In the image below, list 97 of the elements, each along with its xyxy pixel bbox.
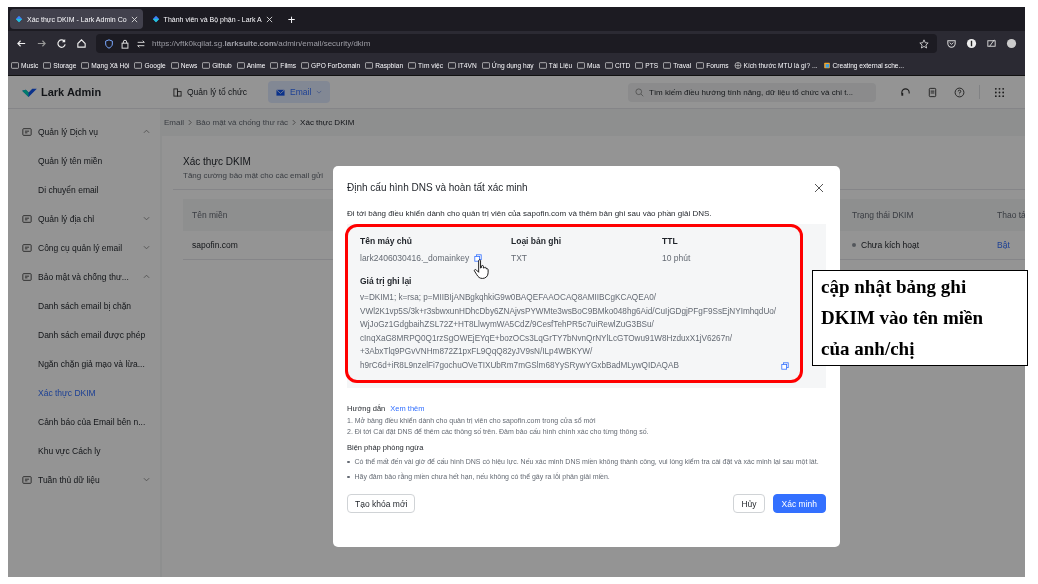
folder-icon (301, 62, 310, 69)
folder-icon (577, 62, 586, 69)
section-icon (22, 213, 32, 224)
field-value: TXT (511, 253, 528, 263)
logo-icon (22, 86, 37, 98)
reload-icon[interactable] (56, 38, 67, 49)
folder-icon (663, 62, 672, 69)
apps-grid-icon[interactable] (994, 86, 1005, 98)
back-icon[interactable] (16, 38, 27, 49)
building-icon (173, 87, 182, 97)
folder-icon (481, 62, 490, 69)
column-header: Thao tá (997, 210, 1025, 220)
folder-icon (448, 62, 456, 69)
page-subtitle: Tăng cường bảo mật cho các email gửi (183, 171, 325, 180)
new-tab-button[interactable]: + (281, 11, 302, 27)
field-label: Tên máy chủ (360, 236, 413, 246)
field-value: 10 phút (662, 253, 691, 263)
sidebar-item[interactable]: Khu vực Cách ly (8, 436, 160, 465)
folder-icon (43, 62, 52, 69)
folder-icon (170, 62, 179, 69)
column-header: Trạng thái DKIM (852, 210, 915, 220)
home-icon[interactable] (76, 38, 87, 49)
permissions-icon[interactable] (136, 38, 146, 49)
folder-icon (538, 62, 547, 69)
close-icon[interactable] (814, 182, 824, 193)
field-label: Loại bản ghi (511, 236, 563, 246)
sidebar-item[interactable]: Quản lý tên miền (8, 146, 160, 175)
status-dot (852, 243, 856, 247)
breadcrumb-link[interactable]: Bảo mật và chống thư rác (196, 118, 289, 127)
new-key-button[interactable]: Tạo khóa mới (347, 494, 416, 513)
folder-icon (365, 62, 374, 69)
forward-icon[interactable] (36, 38, 47, 49)
document-icon[interactable] (927, 86, 938, 98)
shield-icon[interactable] (104, 38, 114, 49)
globe-icon (733, 62, 742, 69)
verify-button[interactable]: Xác minh (772, 494, 826, 513)
page-title: Xác thực DKIM (183, 156, 252, 167)
section-icon (22, 126, 32, 137)
folder-icon (81, 62, 90, 69)
folder-icon (696, 62, 705, 69)
column-header: Tên miền (191, 210, 228, 220)
profile-icon[interactable] (1006, 38, 1017, 49)
sidebar-item[interactable]: Ngăn chặn giả mạo và lừa... (8, 349, 160, 378)
extension-icon[interactable] (986, 38, 997, 49)
annotation-note: cập nhật bảng ghi DKIM vào tên miền của anh/chị (812, 270, 1028, 366)
chevron-right-icon (188, 119, 192, 126)
account-icon[interactable] (966, 38, 977, 49)
sidebar-item[interactable]: Cảnh báo của Email bên n... (8, 407, 160, 436)
sidebar-group[interactable]: Bảo mật và chống thư... (8, 262, 160, 291)
help-icon[interactable] (954, 86, 965, 98)
folder-icon (202, 62, 211, 69)
field-label: TTL (662, 236, 679, 246)
nav-tab[interactable]: Quản lý tổ chức (165, 81, 256, 103)
dialog-title: Định cấu hình DNS và hoàn tất xác minh (347, 182, 528, 193)
app-logo-icon (15, 15, 23, 23)
address-bar[interactable]: https://vftk0kqilat.sg.larksuite.com/admin/email/security/dkim (96, 34, 937, 53)
breadcrumb-link[interactable]: Email (164, 118, 184, 127)
hand-cursor-icon (473, 258, 490, 280)
section-icon (22, 242, 32, 253)
folder-icon (134, 62, 143, 69)
field-label: Giá trị ghi lại (360, 276, 413, 286)
lock-icon[interactable] (120, 38, 130, 49)
folder-icon (270, 62, 279, 69)
search-icon (635, 87, 644, 97)
cancel-button[interactable]: Hủy (733, 494, 765, 513)
headset-icon[interactable] (900, 86, 911, 98)
bullet-icon (347, 460, 350, 463)
sidebar-group[interactable]: Quản lý Dịch vụ (8, 117, 160, 146)
folder-icon (604, 62, 613, 69)
folder-icon (635, 62, 644, 69)
table-cell: Chưa kích hoạt (861, 240, 920, 250)
folder-icon (11, 62, 19, 69)
sidebar-item[interactable]: Di chuyển email (8, 175, 160, 204)
search-field[interactable]: Tìm kiếm điều hướng tính năng, dữ liệu tổ chức và chi t... (628, 82, 876, 102)
star-icon[interactable] (919, 38, 929, 49)
folder-icon (408, 62, 417, 69)
app-logo-icon (151, 15, 160, 23)
section-icon (22, 474, 32, 485)
record-value: v=DKIM1; k=rsa; p=MIIBIjANBgkqhkiG9w0BAQEFAAOCAQ8AMIIBCgKCAQEA0/ VWl2K1vp5S/3k+r3sbwxunHDhcDby6ZNAjvsPYWMte3wsBoC9BMko048hg6Aid/CuIjGDgjPFgF9SsEjNYImhqdUo/ WjJoGz1GdgbaihZSL72Z+HT8LlwymWA5CdZ/9CesfTehPR5c7uiRewlZuG3BSu/ cInqXaG8MRPQ0Q1rzSgOWEjEYqE+bozOCs3LqGrTY7bNvnQrNYlLcGTOwu91W8HzduxX1jV6267n/ +3AbxTlq9PGvVNHm872Z1pxFL9QqQ82yJV9sN/ILp4WBKYW/ h9rC6d+iR8L9nzelFi7gochuOVeTIXUbRm7mGSlm68YySRywYGxbBadMLywQIDAQAB (360, 292, 777, 372)
sidebar-group[interactable]: Công cụ quản lý email (8, 233, 160, 262)
field-value: lark2406030416._domainkey (360, 253, 470, 263)
copy-icon[interactable] (474, 254, 483, 262)
chevron-right-icon (292, 119, 297, 126)
dialog-description: Đi tới bảng điều khiển dành cho quản trị viên của sapofin.com và thêm bản ghi sau vào phần giải DNS. (347, 209, 713, 218)
sidebar-item[interactable]: Danh sách email được phép (8, 320, 160, 349)
app-logo[interactable]: Lark Admin (22, 86, 165, 98)
folder-icon (236, 62, 245, 69)
sidebar-item[interactable]: Danh sách email bị chặn (8, 291, 160, 320)
pocket-icon[interactable] (946, 38, 957, 49)
sidebar-group[interactable]: Quản lý địa chỉ (8, 204, 160, 233)
app-icon (822, 62, 831, 69)
sidebar-group[interactable]: Tuần thủ dữ liệu (8, 465, 160, 494)
caret-icon (316, 90, 323, 94)
section-icon (22, 271, 32, 282)
table-cell-text: sapofin.com (191, 240, 238, 250)
mail-icon (276, 87, 286, 97)
bullet-icon (347, 475, 350, 478)
